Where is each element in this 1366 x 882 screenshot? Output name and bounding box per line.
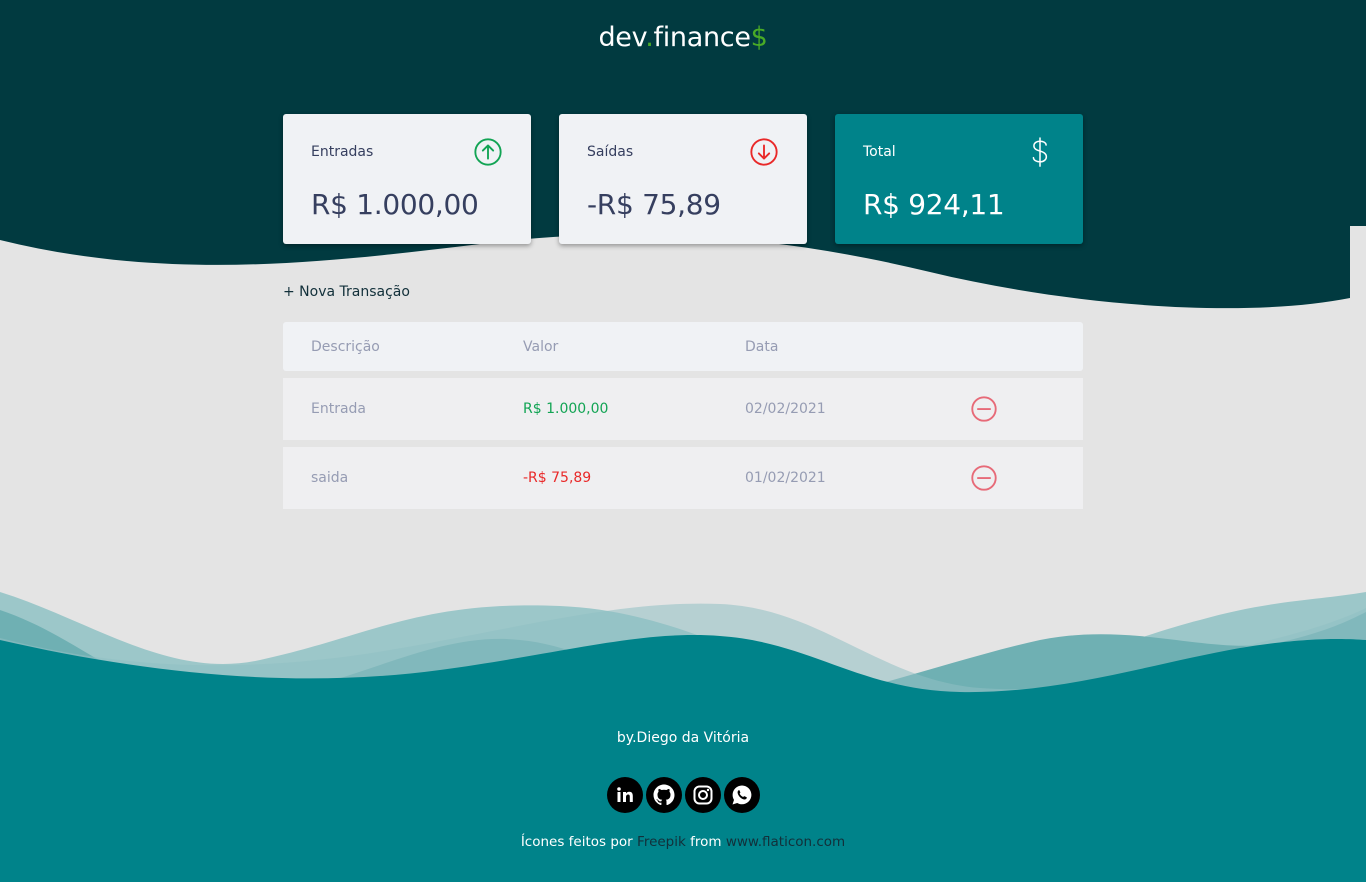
logo-dev: dev bbox=[598, 22, 646, 53]
row-date: 01/02/2021 bbox=[745, 470, 826, 486]
icon-credits: Ícones feitos por Freepik from www.flati… bbox=[0, 834, 1366, 850]
balance-cards: Entradas R$ 1.000,00 Saídas -R$ 75,89 To… bbox=[283, 114, 1083, 244]
remove-transaction-icon[interactable] bbox=[969, 394, 999, 424]
flaticon-link[interactable]: www.flaticon.com bbox=[726, 834, 845, 850]
total-card: Total R$ 924,11 bbox=[835, 114, 1083, 244]
row-amount: R$ 1.000,00 bbox=[523, 401, 609, 417]
row-description: Entrada bbox=[311, 401, 367, 417]
expense-card: Saídas -R$ 75,89 bbox=[559, 114, 807, 244]
header-date: Data bbox=[745, 338, 779, 355]
arrow-up-circle-icon bbox=[474, 138, 502, 166]
table-row: saida -R$ 75,89 01/02/2021 bbox=[283, 447, 1083, 509]
expense-card-value: -R$ 75,89 bbox=[587, 188, 721, 221]
row-actions bbox=[969, 394, 1049, 424]
header-amount: Valor bbox=[523, 338, 559, 355]
row-date: 02/02/2021 bbox=[745, 401, 826, 417]
app-logo: dev.finance$ bbox=[0, 22, 1366, 53]
credits-prefix: Ícones feitos por bbox=[520, 834, 638, 850]
github-icon[interactable] bbox=[645, 777, 682, 813]
arrow-down-circle-icon bbox=[750, 138, 778, 166]
social-links bbox=[0, 777, 1366, 813]
total-card-value: R$ 924,11 bbox=[863, 188, 1005, 221]
dollar-sign-icon bbox=[1032, 137, 1048, 167]
instagram-icon[interactable] bbox=[684, 777, 721, 813]
whatsapp-icon[interactable] bbox=[723, 777, 760, 813]
total-card-label: Total bbox=[863, 144, 896, 160]
logo-finance: finance bbox=[653, 22, 751, 53]
income-card: Entradas R$ 1.000,00 bbox=[283, 114, 531, 244]
footer-author: by.Diego da Vitória bbox=[616, 730, 750, 746]
transactions-table: Descrição Valor Data Entrada R$ 1.000,00… bbox=[283, 322, 1083, 509]
row-description: saida bbox=[311, 470, 349, 486]
header-description: Descrição bbox=[311, 338, 380, 355]
new-transaction-button[interactable]: + Nova Transação bbox=[283, 284, 410, 300]
table-row: Entrada R$ 1.000,00 02/02/2021 bbox=[283, 378, 1083, 440]
credits-mid: from bbox=[685, 834, 726, 850]
table-header: Descrição Valor Data bbox=[283, 322, 1083, 371]
freepik-link[interactable]: Freepik bbox=[637, 834, 686, 850]
logo-dollar: $ bbox=[750, 22, 768, 53]
logo-dot: . bbox=[645, 22, 654, 53]
row-amount: -R$ 75,89 bbox=[523, 470, 592, 486]
row-actions bbox=[969, 463, 1049, 493]
linkedin-icon[interactable] bbox=[606, 777, 643, 813]
expense-card-label: Saídas bbox=[587, 144, 634, 160]
income-card-value: R$ 1.000,00 bbox=[311, 188, 479, 221]
remove-transaction-icon[interactable] bbox=[969, 463, 999, 493]
income-card-label: Entradas bbox=[311, 144, 374, 160]
